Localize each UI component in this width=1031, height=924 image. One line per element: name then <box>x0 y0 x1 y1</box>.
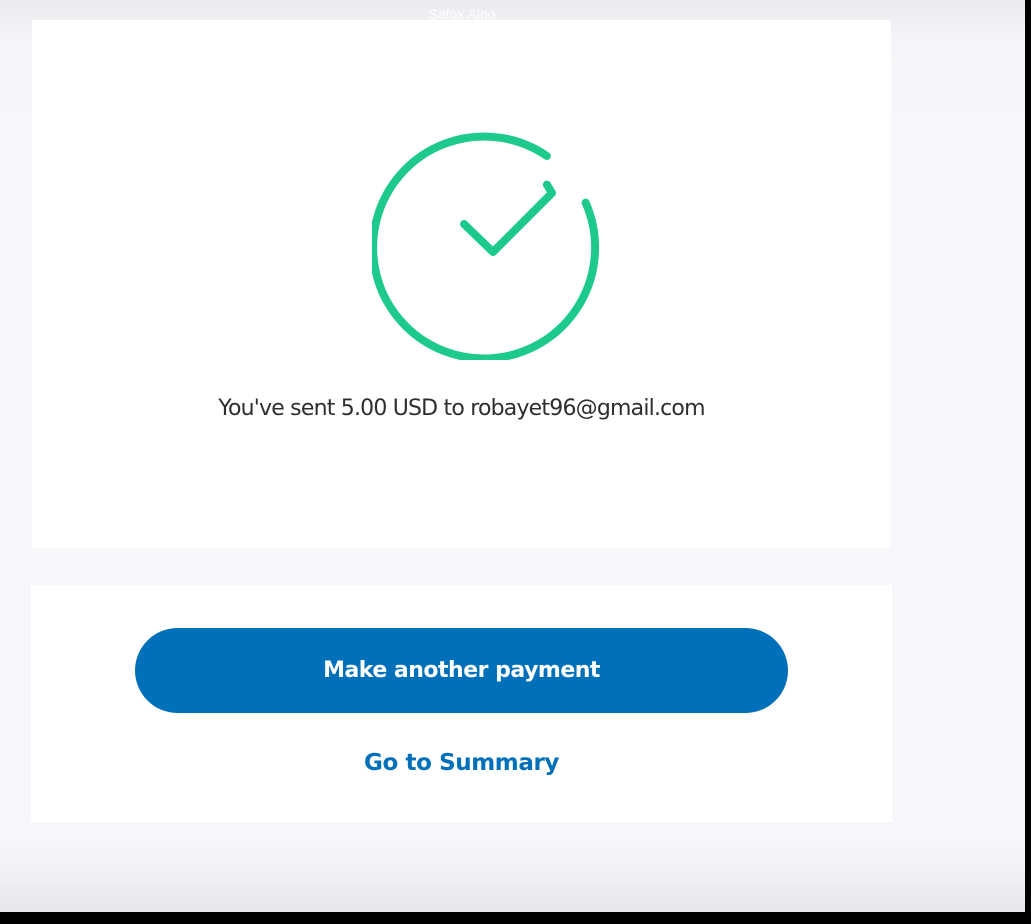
go-to-summary-link[interactable]: Go to Summary <box>31 750 892 776</box>
actions-card: Make another payment Go to Summary <box>31 585 892 822</box>
window-bottom-edge <box>0 912 1031 924</box>
window-right-edge <box>1025 0 1031 912</box>
payment-result-card: You've sent 5.00 USD to robayet96@gmail.… <box>32 20 891 548</box>
make-another-payment-button[interactable]: Make another payment <box>135 628 788 713</box>
check-circle-icon <box>372 132 600 360</box>
payment-confirmation-message: You've sent 5.00 USD to robayet96@gmail.… <box>218 396 705 421</box>
